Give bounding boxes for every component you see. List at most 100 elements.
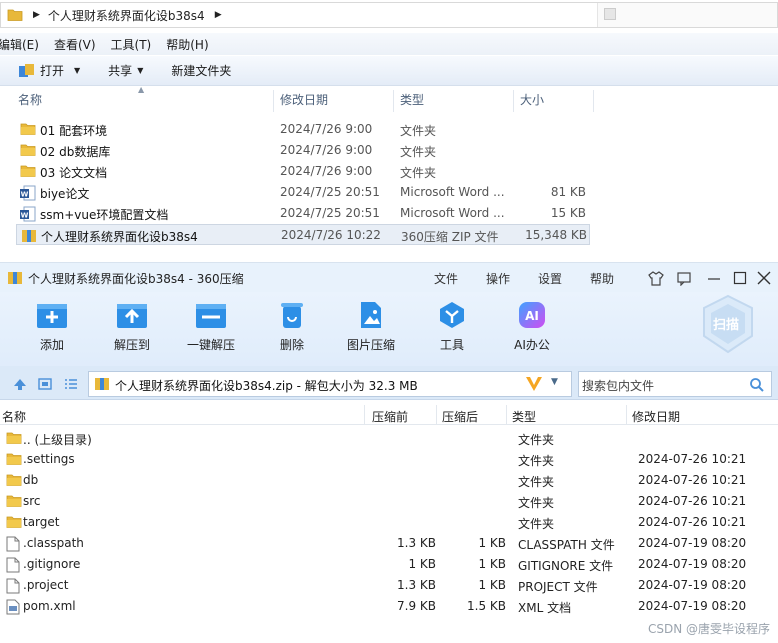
- zip-menu-settings[interactable]: 设置: [538, 270, 562, 287]
- word-icon: W: [20, 185, 36, 204]
- col-type[interactable]: 类型: [394, 90, 514, 112]
- skin-icon[interactable]: [648, 270, 664, 286]
- zip-entry-size-after: 1 KB: [478, 557, 506, 571]
- menu-help[interactable]: 帮助(H): [166, 36, 208, 53]
- ai-office-icon: AI: [519, 302, 545, 328]
- col-date[interactable]: 修改日期: [274, 90, 394, 112]
- search-icon[interactable]: [749, 377, 765, 393]
- v-logo-icon[interactable]: [525, 376, 543, 392]
- zip-entry-name: .. (上级目录): [23, 433, 92, 447]
- zip-search-field[interactable]: 搜索包内文件: [578, 371, 772, 397]
- file-explorer: ▶ 个人理财系统界面化设b38s4 ▶ 编辑(E) 查看(V) 工具(T) 帮助…: [0, 0, 778, 262]
- zip-entry-type: 文件夹: [518, 454, 555, 468]
- menu-view[interactable]: 查看(V): [54, 36, 96, 53]
- file-row[interactable]: Wssm+vue环境配置文档 2024/7/25 20:51 Microsoft W…: [16, 203, 590, 224]
- zip-entry-name: src: [23, 494, 41, 508]
- menu-bar: 编辑(E) 查看(V) 工具(T) 帮助(H): [0, 33, 778, 55]
- zip-menu-operate[interactable]: 操作: [486, 270, 510, 287]
- address-bar[interactable]: ▶ 个人理财系统界面化设b38s4 ▶: [0, 2, 778, 28]
- file-date: 2024/7/26 9:00: [280, 122, 373, 136]
- command-bar: 打开 ▼ 共享 ▼ 新建文件夹: [0, 56, 778, 86]
- zip-table-row[interactable]: target 文件夹 2024-07-26 10:21: [0, 512, 778, 533]
- new-folder-button[interactable]: 新建文件夹: [171, 62, 231, 79]
- delete-button[interactable]: 删除: [257, 300, 327, 353]
- add-button[interactable]: 添加: [17, 300, 87, 353]
- file-row[interactable]: 02 db数据库 2024/7/26 9:00 文件夹: [16, 140, 590, 161]
- up-arrow-icon[interactable]: [13, 377, 27, 391]
- col-size[interactable]: 大小: [514, 90, 594, 112]
- share-button[interactable]: 共享 ▼: [108, 62, 143, 79]
- zip-col-after[interactable]: 压缩后: [442, 408, 478, 425]
- image-compress-button[interactable]: 图片压缩: [336, 300, 406, 353]
- list-view-icon[interactable]: [64, 377, 78, 391]
- zip-entry-type: GITIGNORE 文件: [518, 559, 614, 573]
- feedback-icon[interactable]: [676, 270, 692, 286]
- chevron-right-icon[interactable]: ▶: [215, 10, 222, 20]
- zip-entry-type: 文件夹: [518, 433, 555, 447]
- scan-button[interactable]: 扫描: [700, 294, 756, 354]
- thumbnail-view-icon[interactable]: [38, 377, 52, 391]
- add-icon: [37, 304, 67, 328]
- zip-entry-type: XML 文档: [518, 601, 572, 615]
- file-icon: [6, 557, 20, 576]
- address-path[interactable]: 个人理财系统界面化设b38s4: [48, 7, 205, 24]
- maximize-icon[interactable]: [733, 271, 747, 285]
- zip-table-row[interactable]: .gitignore 1 KB 1 KB GITIGNORE 文件 2024-07-19…: [0, 554, 778, 575]
- zip-path-field[interactable]: 个人理财系统界面化设b38s4.zip - 解包大小为 32.3 MB ▼: [88, 371, 572, 397]
- close-icon[interactable]: [757, 271, 771, 285]
- open-button[interactable]: 打开 ▼: [18, 62, 80, 79]
- file-size: 81 KB: [550, 185, 586, 199]
- one-click-extract-button[interactable]: 一键解压: [176, 300, 246, 353]
- chevron-right-icon[interactable]: ▶: [33, 10, 40, 20]
- zip-entry-size-before: 1.3 KB: [397, 578, 436, 592]
- file-row[interactable]: 03 论文文档 2024/7/26 9:00 文件夹: [16, 161, 590, 182]
- zip-title: 个人理财系统界面化设b38s4 - 360压缩: [28, 272, 244, 286]
- file-row[interactable]: Wbiye论文 2024/7/25 20:51 Microsoft Word ...…: [16, 182, 590, 203]
- zip-table-row[interactable]: src 文件夹 2024-07-26 10:21: [0, 491, 778, 512]
- file-row[interactable]: 个人理财系统界面化设b38s4 2024/7/26 10:22 360压缩 ZIP …: [16, 224, 590, 245]
- zip-file-icon: [95, 378, 109, 390]
- file-date: 2024/7/26 9:00: [280, 164, 373, 178]
- file-type: 360压缩 ZIP 文件: [401, 230, 499, 244]
- menu-edit[interactable]: 编辑(E): [0, 36, 39, 53]
- delete-icon: [281, 303, 303, 328]
- zip-entry-type: 文件夹: [518, 475, 555, 489]
- zip-col-type[interactable]: 类型: [512, 408, 536, 425]
- explorer-column-header: 名称 ▲ 修改日期 类型 大小: [0, 85, 778, 112]
- zip-entry-size-after: 1 KB: [478, 536, 506, 550]
- word-icon: W: [20, 206, 36, 225]
- zip-entry-type: 文件夹: [518, 517, 555, 531]
- zip-entry-name: pom.xml: [23, 599, 76, 613]
- file-type: Microsoft Word ...: [400, 206, 505, 220]
- file-size: 15,348 KB: [525, 228, 587, 242]
- zip-table-row[interactable]: pom.xml 7.9 KB 1.5 KB XML 文档 2024-07-19 08:2…: [0, 596, 778, 617]
- zip-table-row[interactable]: .settings 文件夹 2024-07-26 10:21: [0, 449, 778, 470]
- file-name: 01 配套环境: [40, 124, 108, 138]
- zip-entry-date: 2024-07-26 10:21: [638, 494, 747, 508]
- file-row[interactable]: 01 配套环境 2024/7/26 9:00 文件夹: [16, 119, 590, 140]
- tools-button[interactable]: 工具: [417, 300, 487, 353]
- zip-entry-type: CLASSPATH 文件: [518, 538, 615, 552]
- zip-entry-size-before: 7.9 KB: [397, 599, 436, 613]
- chevron-down-icon[interactable]: ▼: [551, 377, 558, 387]
- zip-table-row[interactable]: .classpath 1.3 KB 1 KB CLASSPATH 文件 2024-07-…: [0, 533, 778, 554]
- zip-menu-help[interactable]: 帮助: [590, 270, 614, 287]
- file-date: 2024/7/26 9:00: [280, 143, 373, 157]
- zip-path-text: 个人理财系统界面化设b38s4.zip - 解包大小为 32.3 MB: [115, 379, 418, 393]
- zip-col-name[interactable]: 名称: [2, 408, 26, 425]
- zip-col-date[interactable]: 修改日期: [632, 408, 680, 425]
- zip-col-before[interactable]: 压缩前: [372, 408, 408, 425]
- zip-menu-file[interactable]: 文件: [434, 270, 458, 287]
- zip-title-bar: 个人理财系统界面化设b38s4 - 360压缩 文件 操作 设置 帮助: [0, 262, 778, 292]
- zip-entry-date: 2024-07-26 10:21: [638, 473, 747, 487]
- folder-icon: [6, 494, 22, 511]
- zip-table-row[interactable]: .project 1.3 KB 1 KB PROJECT 文件 2024-07-19 0…: [0, 575, 778, 596]
- file-name: biye论文: [40, 187, 90, 201]
- refresh-icon[interactable]: [604, 8, 616, 20]
- zip-table-row[interactable]: db 文件夹 2024-07-26 10:21: [0, 470, 778, 491]
- minimize-icon[interactable]: [707, 270, 721, 286]
- menu-tools[interactable]: 工具(T): [111, 36, 152, 53]
- zip-table-row[interactable]: .. (上级目录) 文件夹: [0, 428, 778, 449]
- ai-office-button[interactable]: AI AI办公: [497, 300, 567, 353]
- extract-to-button[interactable]: 解压到: [97, 300, 167, 353]
